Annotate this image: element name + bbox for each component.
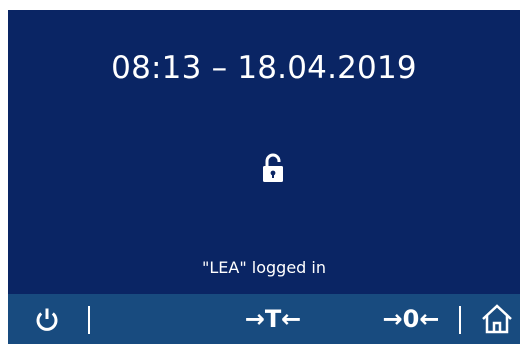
- tare-button[interactable]: →T←: [230, 294, 316, 344]
- home-button[interactable]: [474, 294, 520, 344]
- login-status-text: "LEA" logged in: [202, 258, 326, 277]
- home-icon: [482, 304, 512, 334]
- tare-label: →T←: [244, 305, 302, 333]
- power-icon: [36, 308, 58, 331]
- scale-display-screen: 08:13 – 18.04.2019 "LEA" logged in →T← →…: [8, 10, 520, 344]
- zero-button[interactable]: →0←: [368, 294, 454, 344]
- toolbar-divider-left: [88, 306, 90, 334]
- toolbar-divider-right: [459, 306, 461, 334]
- zero-label: →0←: [382, 305, 440, 333]
- main-panel: 08:13 – 18.04.2019 "LEA" logged in: [8, 10, 520, 294]
- power-button[interactable]: [22, 294, 72, 344]
- bottom-toolbar: →T← →0←: [8, 294, 520, 344]
- datetime-display: 08:13 – 18.04.2019: [111, 50, 417, 86]
- lock-open-icon: [260, 152, 286, 184]
